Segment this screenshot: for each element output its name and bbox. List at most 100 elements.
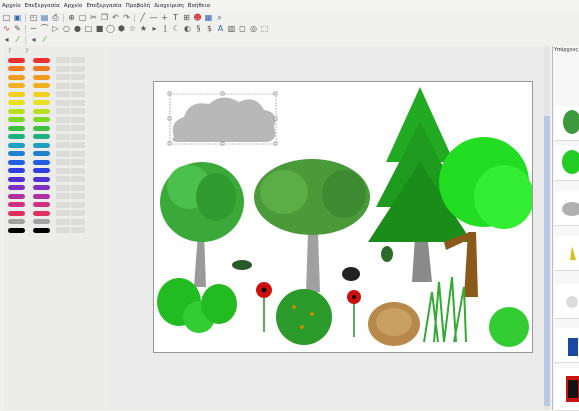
star-outline-icon[interactable]: ☆ [128,24,137,33]
color-swatch[interactable] [33,83,50,88]
custom-color-slot[interactable] [71,142,85,148]
color-swatch[interactable] [8,100,25,105]
fill-tool-icon[interactable]: ◂ [29,35,38,44]
color-swatch[interactable] [8,227,25,233]
color-swatch[interactable] [8,117,25,122]
custom-color-slot[interactable] [71,210,85,216]
clipart-thumb[interactable] [554,146,579,181]
custom-color-slot[interactable] [56,125,70,131]
color-swatch[interactable] [8,91,25,97]
deciduous-tree-left[interactable] [160,162,244,287]
dark-rock[interactable] [342,267,360,281]
custom-color-slot[interactable] [56,74,70,80]
custom-color-slot[interactable] [56,133,70,140]
custom-color-slot[interactable] [71,218,85,225]
vertical-scrollbar[interactable] [544,46,550,410]
print-icon[interactable]: ⎙ [51,13,60,22]
custom-color-slot[interactable] [56,176,70,182]
filled-ellipse-icon[interactable]: ● [73,24,82,33]
color-swatch[interactable] [33,125,50,131]
color-swatch[interactable] [8,210,25,216]
selection-handle[interactable] [273,91,278,96]
round-icon[interactable]: ◎ [249,24,258,33]
menu-file-2[interactable]: Αρχείο [62,3,85,9]
color-swatch[interactable] [8,168,25,173]
insert-icon[interactable]: ⊞ [182,13,191,22]
custom-color-slot[interactable] [56,82,70,89]
green-bush-right[interactable] [489,307,529,347]
color-swatch[interactable] [33,168,50,173]
color-swatch[interactable] [8,134,25,139]
custom-color-slot[interactable] [71,99,85,106]
custom-color-slot[interactable] [56,167,70,174]
spiral-icon[interactable]: § [194,24,203,33]
clipart-thumb[interactable] [554,106,579,141]
rectangle-icon[interactable]: □ [84,24,93,33]
berry-bush[interactable] [276,289,332,345]
color-swatch[interactable] [33,219,50,224]
custom-color-slot[interactable] [56,150,70,157]
search-icon[interactable]: ⌕ [215,13,224,22]
star-icon[interactable]: ★ [139,24,148,33]
color-swatch[interactable] [33,142,50,148]
custom-color-slot[interactable] [71,91,85,97]
dollar-icon[interactable]: $ [205,24,214,33]
dry-leaves-pile[interactable] [368,302,420,346]
scrollbar-thumb[interactable] [544,116,550,406]
color-swatch[interactable] [8,125,25,131]
color-swatch[interactable] [8,57,25,63]
custom-color-slot[interactable] [71,133,85,140]
color-swatch[interactable] [33,151,50,156]
color-swatch[interactable] [8,159,25,165]
custom-color-slot[interactable] [71,176,85,182]
menu-file[interactable]: Αρχείο [0,3,23,9]
custom-color-slot[interactable] [71,57,85,63]
user-icon[interactable]: ☻ [193,13,202,22]
color-swatch[interactable] [33,227,50,233]
line-icon[interactable]: ╱ [138,13,147,22]
new-file-icon[interactable]: □ [2,13,11,22]
redo-icon[interactable]: ↷ [122,13,131,22]
color-swatch[interactable] [33,176,50,182]
custom-color-slot[interactable] [71,116,85,123]
custom-color-slot[interactable] [71,159,85,165]
selection-handle[interactable] [220,91,225,96]
custom-color-slot[interactable] [56,193,70,199]
color-swatch[interactable] [8,151,25,156]
save-icon[interactable]: ▣ [13,13,22,22]
undo-icon[interactable]: ↶ [111,13,120,22]
custom-color-slot[interactable] [56,201,70,208]
text-style-icon[interactable]: A [216,24,225,33]
circle-icon[interactable]: ◯ [106,24,115,33]
custom-color-slot[interactable] [56,108,70,114]
color-swatch[interactable] [33,202,50,207]
polyline-icon[interactable]: ⌒ [40,24,49,33]
small-arrow-icon[interactable]: ▸ [150,24,159,33]
color-swatch[interactable] [33,210,50,216]
color-swatch[interactable] [33,74,50,80]
open-icon[interactable]: ◰ [29,13,38,22]
color-swatch[interactable] [33,57,50,63]
custom-color-slot[interactable] [56,227,70,233]
text-icon[interactable]: T [171,13,180,22]
brush-icon[interactable]: ∿ [2,24,11,33]
color-swatch[interactable] [8,176,25,182]
custom-color-slot[interactable] [71,227,85,233]
curve-icon[interactable]: ∼ [29,24,38,33]
hline-icon[interactable]: — [149,13,158,22]
selection-handle[interactable] [273,116,278,121]
clipart-thumb[interactable] [554,368,579,411]
custom-color-slot[interactable] [71,184,85,191]
clipart-thumb[interactable] [554,191,579,226]
copy-icon[interactable]: ❐ [100,13,109,22]
color-swatch[interactable] [8,202,25,207]
color-swatch[interactable] [8,74,25,80]
selection-handle[interactable] [167,141,172,146]
cloud-shape[interactable] [172,97,276,142]
custom-color-slot[interactable] [56,210,70,216]
custom-color-slot[interactable] [56,65,70,72]
color-swatch[interactable] [33,185,50,190]
color-swatch[interactable] [8,142,25,148]
selection-handle[interactable] [167,116,172,121]
selection-handle[interactable] [220,141,225,146]
